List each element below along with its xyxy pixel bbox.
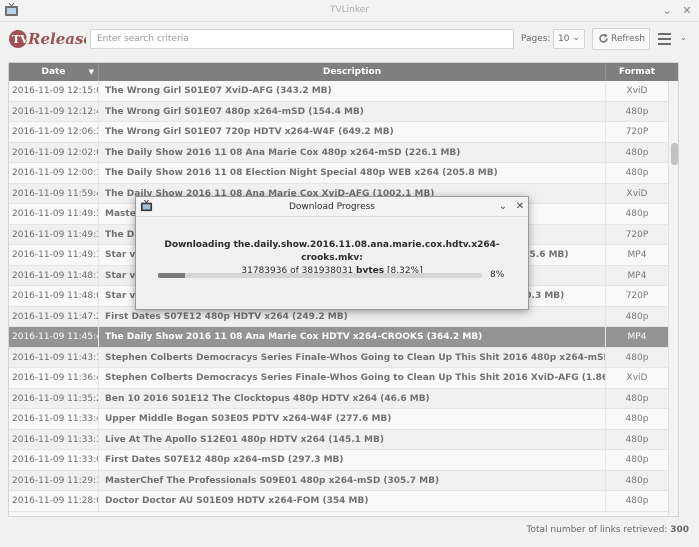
progress-fill: [158, 273, 185, 278]
progress-percent: 8%: [490, 270, 505, 280]
download-progress-dialog: Download Progress ⌄ ✕ Downloading the.da…: [135, 196, 529, 310]
dialog-minimize-icon[interactable]: ⌄: [496, 199, 510, 215]
dialog-close-icon[interactable]: ✕: [513, 199, 527, 215]
tv-icon: [140, 200, 153, 212]
dialog-title: Download Progress: [136, 197, 528, 217]
download-progress-bar: [158, 273, 482, 278]
download-filename: Downloading the.daily.show.2016.11.08.an…: [164, 240, 500, 263]
